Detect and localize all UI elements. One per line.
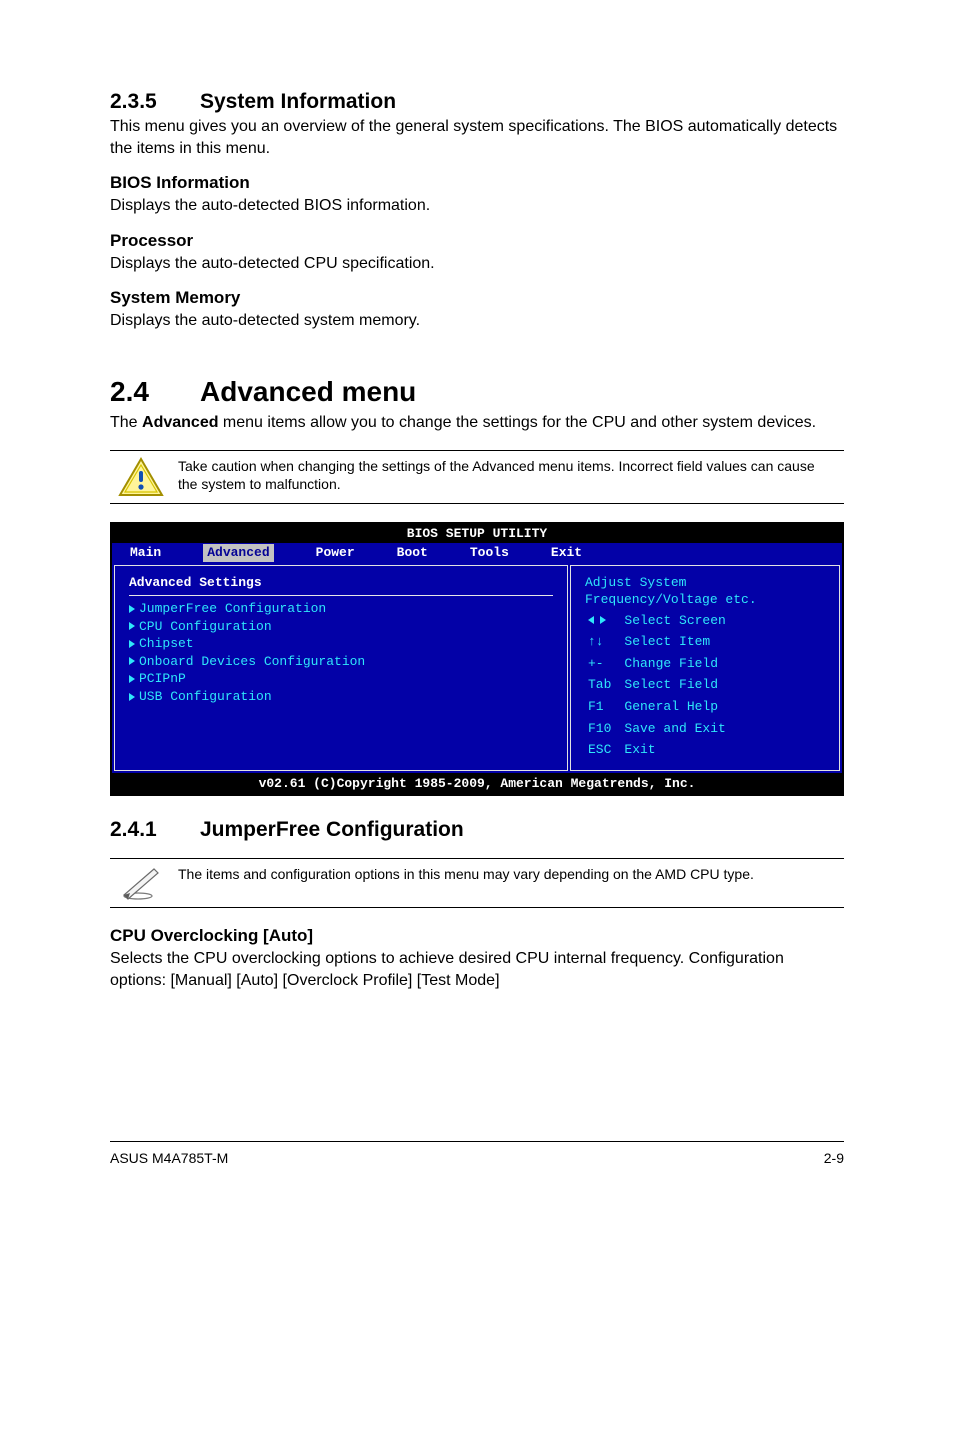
heading-241-title: JumperFree Configuration [200, 818, 464, 842]
footer-rule [110, 1141, 844, 1142]
bios-item-label: USB Configuration [139, 689, 272, 704]
h-cpu-overclocking: CPU Overclocking [Auto] [110, 926, 844, 946]
bios-right-desc: Adjust System Frequency/Voltage etc. [585, 574, 825, 609]
heading-235-title: System Information [200, 90, 396, 114]
triangle-icon [129, 640, 135, 648]
p-processor: Displays the auto-detected CPU specifica… [110, 253, 844, 275]
heading-24: 2.4 Advanced menu [110, 376, 844, 408]
help-key: F1 [587, 697, 621, 717]
bios-tab-exit[interactable]: Exit [551, 544, 582, 562]
triangle-icon [129, 605, 135, 613]
help-key: ESC [587, 740, 621, 760]
p-235-intro: This menu gives you an overview of the g… [110, 116, 844, 159]
bios-item-label: Chipset [139, 636, 194, 651]
bios-footer: v02.61 (C)Copyright 1985-2009, American … [112, 773, 842, 795]
bios-tab-power[interactable]: Power [316, 544, 355, 562]
triangle-icon [129, 657, 135, 665]
bios-item-onboard[interactable]: Onboard Devices Configuration [129, 653, 553, 671]
bios-tab-boot[interactable]: Boot [397, 544, 428, 562]
bios-item-label: JumperFree Configuration [139, 601, 326, 616]
help-val: Select Field [623, 675, 735, 695]
help-row: F1General Help [587, 697, 736, 717]
p-24-intro-bold: Advanced [142, 414, 218, 431]
help-row: +-Change Field [587, 654, 736, 674]
p-sys-memory: Displays the auto-detected system memory… [110, 310, 844, 332]
p-24-intro-pre: The [110, 414, 142, 431]
help-key: F10 [587, 719, 621, 739]
heading-235: 2.3.5 System Information [110, 90, 844, 114]
help-val: General Help [623, 697, 735, 717]
h-bios-info: BIOS Information [110, 173, 844, 193]
heading-241-num: 2.4.1 [110, 818, 200, 842]
bios-left-heading: Advanced Settings [129, 574, 553, 592]
bios-title: BIOS SETUP UTILITY [112, 524, 842, 544]
heading-24-title: Advanced menu [200, 376, 416, 408]
bios-tab-main[interactable]: Main [130, 544, 161, 562]
help-row: ESCExit [587, 740, 736, 760]
bios-item-label: CPU Configuration [139, 619, 272, 634]
note-callout: The items and configuration options in t… [110, 858, 844, 908]
pencil-icon [118, 865, 178, 901]
p-24-intro: The Advanced menu items allow you to cha… [110, 412, 844, 434]
help-row: ↑↓ Select Item [587, 632, 736, 652]
footer-right: 2-9 [824, 1150, 844, 1166]
p-bios-info: Displays the auto-detected BIOS informat… [110, 195, 844, 217]
bios-help-keys: Select Screen ↑↓ Select Item +-Change Fie… [585, 609, 825, 762]
footer-left: ASUS M4A785T-M [110, 1150, 228, 1166]
h-processor: Processor [110, 231, 844, 251]
arrows-ud-icon: ↑↓ [588, 633, 604, 651]
heading-241: 2.4.1 JumperFree Configuration [110, 818, 844, 842]
bios-screenshot: BIOS SETUP UTILITY Main Advanced Power B… [110, 522, 844, 797]
heading-235-num: 2.3.5 [110, 90, 200, 114]
help-row: F10Save and Exit [587, 719, 736, 739]
help-row: TabSelect Field [587, 675, 736, 695]
help-key: Tab [587, 675, 621, 695]
p-24-intro-post: menu items allow you to change the setti… [218, 414, 816, 431]
help-val: Select Screen [623, 611, 735, 631]
bios-item-label: Onboard Devices Configuration [139, 654, 365, 669]
triangle-icon [129, 622, 135, 630]
bios-item-chipset[interactable]: Chipset [129, 635, 553, 653]
note-text: The items and configuration options in t… [178, 865, 836, 884]
bios-item-jumperfree[interactable]: JumperFree Configuration [129, 600, 553, 618]
h-sys-memory: System Memory [110, 288, 844, 308]
warning-icon [118, 457, 178, 497]
triangle-icon [129, 693, 135, 701]
arrows-lr-icon [588, 616, 606, 624]
p-cpu-overclocking: Selects the CPU overclocking options to … [110, 948, 844, 991]
help-val: Change Field [623, 654, 735, 674]
bios-divider [129, 595, 553, 596]
caution-text: Take caution when changing the settings … [178, 457, 836, 495]
bios-tab-advanced[interactable]: Advanced [203, 544, 273, 562]
bios-menubar: Main Advanced Power Boot Tools Exit [112, 543, 842, 563]
caution-callout: Take caution when changing the settings … [110, 450, 844, 504]
help-val: Select Item [623, 632, 735, 652]
bios-left-panel: Advanced Settings JumperFree Configurati… [114, 565, 568, 771]
triangle-icon [129, 675, 135, 683]
bios-tab-tools[interactable]: Tools [470, 544, 509, 562]
heading-24-num: 2.4 [110, 376, 200, 408]
bios-item-cpu-config[interactable]: CPU Configuration [129, 618, 553, 636]
help-key: +- [587, 654, 621, 674]
help-val: Save and Exit [623, 719, 735, 739]
help-val: Exit [623, 740, 735, 760]
bios-right-panel: Adjust System Frequency/Voltage etc. Sel… [570, 565, 840, 771]
help-row: Select Screen [587, 611, 736, 631]
page-footer: ASUS M4A785T-M 2-9 [110, 1150, 844, 1166]
bios-item-pcipnp[interactable]: PCIPnP [129, 670, 553, 688]
bios-item-usb-config[interactable]: USB Configuration [129, 688, 553, 706]
bios-item-label: PCIPnP [139, 671, 186, 686]
